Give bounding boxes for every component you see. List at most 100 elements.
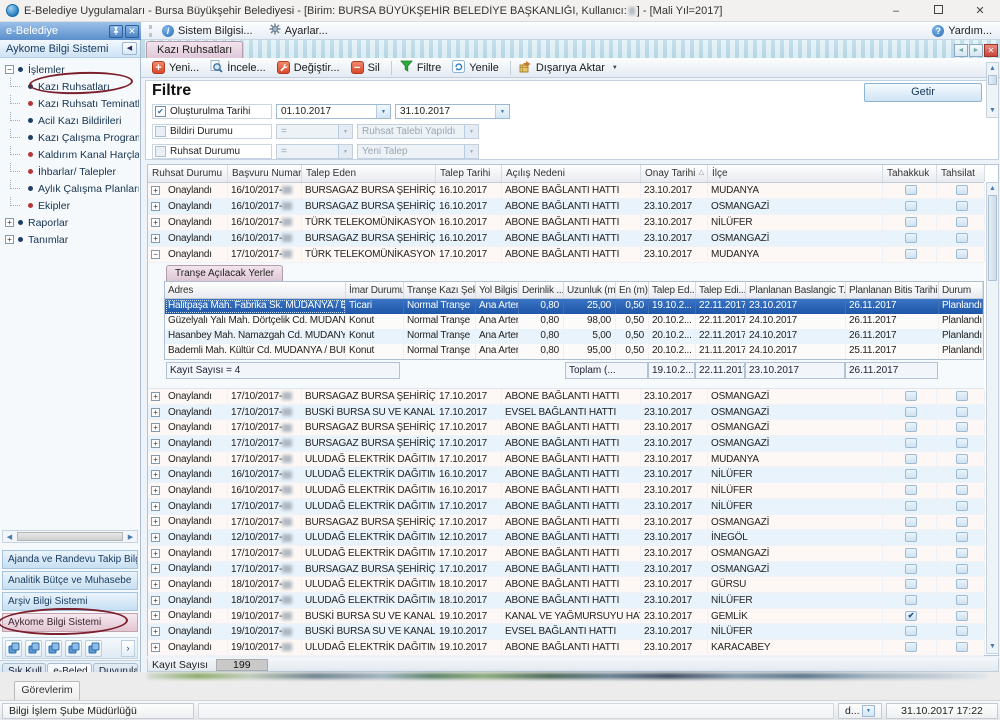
tree-expander-icon[interactable]: − <box>5 65 14 74</box>
detail-column-header[interactable]: Yol Bilgisi <box>476 282 519 298</box>
table-row[interactable]: +Onaylandı16/10/2017-ULUDAĞ ELEKTRİK DAĞ… <box>148 467 984 483</box>
module-cube-icon[interactable] <box>85 640 102 657</box>
tree-item[interactable]: İhbarlar/ Talepler <box>5 163 139 180</box>
tab-scroll-right-icon[interactable]: ► <box>969 44 983 57</box>
tahsilat-checkbox[interactable] <box>956 501 968 511</box>
table-row[interactable]: +Onaylandı17/10/2017-ULUDAĞ ELEKTRİK DAĞ… <box>148 452 984 468</box>
tahakkuk-checkbox[interactable] <box>905 249 917 259</box>
date-to-combo[interactable]: 31.10.2017 ▼ <box>395 104 510 119</box>
tahsilat-checkbox[interactable] <box>956 407 968 417</box>
filter-field-creation-date[interactable]: ✔ Oluşturulma Tarihi <box>152 104 272 119</box>
tahsilat-checkbox[interactable] <box>956 595 968 605</box>
row-expand-icon[interactable]: + <box>151 408 160 417</box>
column-header[interactable]: Onay Tarihi△ <box>641 165 708 182</box>
dropdown-icon[interactable]: ▼ <box>862 705 875 717</box>
tab-scroll-left-icon[interactable]: ◄ <box>954 44 968 57</box>
tahakkuk-checkbox[interactable] <box>905 642 917 652</box>
table-row[interactable]: +Onaylandı19/10/2017-ULUDAĞ ELEKTRİK DAĞ… <box>148 640 984 656</box>
tahsilat-checkbox[interactable] <box>956 564 968 574</box>
table-row[interactable]: +Onaylandı16/10/2017-ULUDAĞ ELEKTRİK DAĞ… <box>148 483 984 499</box>
tab-kazi-ruhsatlari[interactable]: Kazı Ruhsatları <box>146 41 243 58</box>
detail-row[interactable]: Hasanbey Mah. Namazgah Cd. MUDANYA ...Ko… <box>165 329 983 344</box>
scroll-down-icon[interactable]: ▼ <box>987 105 998 117</box>
tahakkuk-checkbox[interactable] <box>905 595 917 605</box>
tree-item[interactable]: +Tanımlar <box>5 231 139 248</box>
tahakkuk-checkbox[interactable] <box>905 422 917 432</box>
column-header[interactable]: Ruhsat Durumu <box>148 165 228 182</box>
checkbox-unchecked-icon[interactable] <box>155 146 166 157</box>
grid-scrollbar[interactable]: ▲ ▼ <box>986 182 999 654</box>
row-expand-icon[interactable]: + <box>151 549 160 558</box>
table-row[interactable]: +Onaylandı19/10/2017-BUSKİ BURSA SU VE K… <box>148 624 984 640</box>
maximize-button[interactable] <box>928 2 948 20</box>
detail-column-header[interactable]: Uzunluk (m) <box>564 282 616 298</box>
tahsilat-checkbox[interactable] <box>956 201 968 211</box>
tahsilat-checkbox[interactable] <box>956 217 968 227</box>
tahsilat-checkbox[interactable] <box>956 626 968 636</box>
tahakkuk-checkbox[interactable] <box>905 548 917 558</box>
table-row[interactable]: −Onaylandı17/10/2017-TÜRK TELEKOMÜNİKASY… <box>148 247 984 263</box>
row-expand-icon[interactable]: + <box>151 627 160 636</box>
tree-item[interactable]: Kazı Ruhsatı Teminatları <box>5 95 139 112</box>
row-expand-icon[interactable]: + <box>151 517 160 526</box>
tahsilat-checkbox[interactable] <box>956 642 968 652</box>
filter-scrollbar[interactable]: ▲ ▼ <box>986 62 999 118</box>
module-cube-icon[interactable] <box>65 640 82 657</box>
tahakkuk-checkbox[interactable] <box>905 532 917 542</box>
row-expand-icon[interactable]: + <box>151 611 160 620</box>
tab-close-icon[interactable]: ✕ <box>984 44 998 57</box>
table-row[interactable]: +Onaylandı17/10/2017-BURSAGAZ BURSA ŞEHİ… <box>148 420 984 436</box>
tahsilat-checkbox[interactable] <box>956 438 968 448</box>
menu-system-info[interactable]: i Sistem Bilgisi... <box>162 25 253 37</box>
table-row[interactable]: +Onaylandı16/10/2017-TÜRK TELEKOMÜNİKASY… <box>148 215 984 231</box>
row-expand-icon[interactable]: + <box>151 580 160 589</box>
table-row[interactable]: +Onaylandı12/10/2017-ULUDAĞ ELEKTRİK DAĞ… <box>148 530 984 546</box>
row-expand-icon[interactable]: + <box>151 455 160 464</box>
table-row[interactable]: +Onaylandı16/10/2017-BURSAGAZ BURSA ŞEHİ… <box>148 183 984 199</box>
inspect-button[interactable]: İncele... <box>207 59 272 77</box>
tahakkuk-checkbox[interactable] <box>905 233 917 243</box>
detail-row[interactable]: Güzelyalı Yalı Mah. Dörtçelik Cd. MUDANY… <box>165 314 983 329</box>
collapse-left-icon[interactable]: ◀ <box>122 42 137 55</box>
column-header[interactable]: Tahsilat <box>937 165 985 182</box>
delete-button[interactable]: − Sil <box>348 60 386 75</box>
tree-item[interactable]: Kazı Ruhsatları <box>5 78 139 95</box>
row-expand-icon[interactable]: + <box>151 186 160 195</box>
tahsilat-checkbox[interactable] <box>956 611 968 621</box>
table-row[interactable]: +Onaylandı16/10/2017-BURSAGAZ BURSA ŞEHİ… <box>148 199 984 215</box>
row-expand-icon[interactable]: − <box>151 250 160 259</box>
module-cube-icon[interactable] <box>25 640 42 657</box>
edit-button[interactable]: Değiştir... <box>274 60 346 75</box>
detail-row[interactable]: Halitpaşa Mah. Fabrika Sk. MUDANYA / BU.… <box>165 299 983 314</box>
table-row[interactable]: +Onaylandı17/10/2017-ULUDAĞ ELEKTRİK DAĞ… <box>148 546 984 562</box>
status-combo[interactable]: d... ▼ <box>838 703 882 719</box>
tree-expander-icon[interactable]: + <box>5 235 14 244</box>
row-expand-icon[interactable]: + <box>151 423 160 432</box>
scroll-up-icon[interactable]: ▲ <box>987 63 998 75</box>
dropdown-icon[interactable]: ▼ <box>376 105 390 118</box>
detail-column-header[interactable]: Durum <box>939 282 983 298</box>
tahsilat-checkbox[interactable] <box>956 233 968 243</box>
detail-column-header[interactable]: Talep Ed... <box>649 282 696 298</box>
table-row[interactable]: +Onaylandı18/10/2017-ULUDAĞ ELEKTRİK DAĞ… <box>148 577 984 593</box>
column-header[interactable]: Tahakkuk <box>883 165 937 182</box>
menu-settings[interactable]: Ayarlar... <box>269 23 328 38</box>
row-expand-icon[interactable]: + <box>151 218 160 227</box>
row-expand-icon[interactable]: + <box>151 439 160 448</box>
tahsilat-checkbox[interactable] <box>956 249 968 259</box>
row-expand-icon[interactable]: + <box>151 596 160 605</box>
module-cube-icon[interactable] <box>5 640 22 657</box>
tahsilat-checkbox[interactable] <box>956 422 968 432</box>
checkbox-checked-icon[interactable]: ✔ <box>155 106 166 117</box>
tahsilat-checkbox[interactable] <box>956 485 968 495</box>
tree-item[interactable]: +Raporlar <box>5 214 139 231</box>
tahakkuk-checkbox[interactable] <box>905 469 917 479</box>
row-expand-icon[interactable]: + <box>151 533 160 542</box>
tahakkuk-checkbox[interactable] <box>905 454 917 464</box>
tree-expander-icon[interactable]: + <box>5 218 14 227</box>
module-cube-icon[interactable] <box>45 640 62 657</box>
filter-button[interactable]: Filtre <box>397 59 447 76</box>
row-expand-icon[interactable]: + <box>151 486 160 495</box>
scroll-down-icon[interactable]: ▼ <box>987 641 998 653</box>
tahakkuk-checkbox[interactable] <box>905 564 917 574</box>
